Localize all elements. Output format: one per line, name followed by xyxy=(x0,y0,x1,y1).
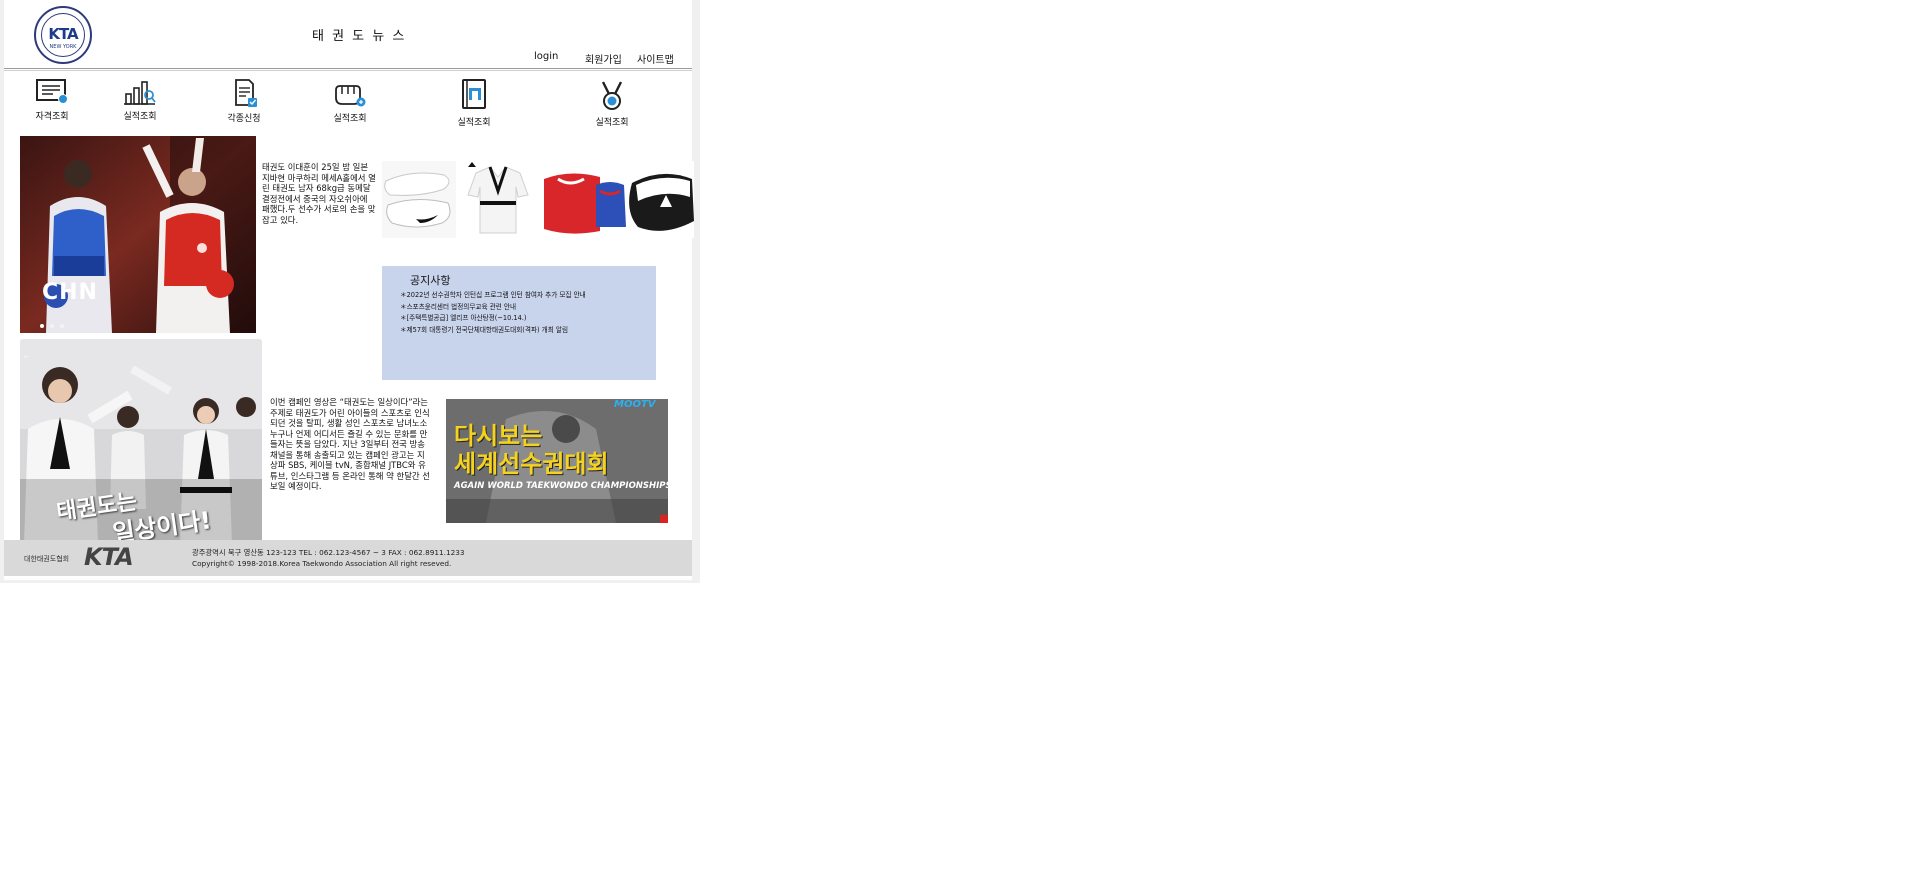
login-link[interactable]: login xyxy=(534,51,558,62)
campaign-text: 이번 캠페인 영상은 “태권도는 일상이다”라는 주제로 태권도가 어린 아이들… xyxy=(270,397,430,491)
document-check-icon xyxy=(235,79,257,107)
notice-item[interactable]: ＊2022년 선수권학자 인턴십 프로그램 인턴 참여자 추가 모집 안내 xyxy=(400,290,586,302)
quick-menu-application[interactable]: 각종신청 xyxy=(204,78,284,124)
site-title: 태 권 도 뉴 스 xyxy=(312,29,407,44)
dobok-image[interactable] xyxy=(462,161,534,238)
quick-menu-label: 실적조회 xyxy=(595,118,629,128)
footer-kta-logo: KTA xyxy=(84,543,134,571)
quick-menu-records[interactable]: 실적조회 xyxy=(100,78,180,122)
shoes-image[interactable] xyxy=(382,161,456,238)
notice-item[interactable]: ＊스포츠윤리센터 법정의무교육 관련 안내 xyxy=(400,302,586,314)
medal-icon xyxy=(601,81,623,110)
quick-menu-label: 자격조회 xyxy=(35,112,69,122)
quick-menu-label: 실적조회 xyxy=(333,114,367,124)
carousel-dot[interactable] xyxy=(40,324,44,328)
footer-copyright: Copyright© 1998-2018.Korea Taekwondo Ass… xyxy=(192,558,452,568)
header-divider xyxy=(4,68,692,69)
fist-icon xyxy=(335,85,366,107)
bar-chart-search-icon xyxy=(124,81,156,105)
notice-title: 공지사항 xyxy=(410,274,451,287)
certificate-icon xyxy=(36,79,68,104)
quick-menu-label: 각종신청 xyxy=(227,114,261,124)
carousel-dot[interactable] xyxy=(50,324,54,328)
quick-menu-records-4[interactable]: 실적조회 xyxy=(572,80,652,128)
news-photo[interactable]: CHN xyxy=(20,136,256,333)
banner-line-2: 세계선수권대회 xyxy=(454,450,609,478)
book-icon xyxy=(462,79,486,109)
notice-item[interactable]: ＊[주택특별공급] 엘리프 아산탕정(~10.14.) xyxy=(400,313,586,325)
footer-address: 광주광역시 북구 영산동 123-123 TEL : 062.123-4567 … xyxy=(192,548,465,557)
quick-menu-label: 실적조회 xyxy=(457,118,491,128)
banner-subtitle: AGAIN WORLD TAEKWONDO CHAMPIONSHIPS xyxy=(454,481,668,491)
campaign-image[interactable]: ⌐ 태권도는 일상이다! xyxy=(20,339,262,544)
header-divider-shadow xyxy=(4,70,692,71)
signup-link[interactable]: 회원가입 xyxy=(585,51,622,66)
footer: 대한태권도협회 KTA 광주광역시 북구 영산동 123-123 TEL : 0… xyxy=(4,540,692,576)
quick-menu-records-2[interactable]: 실적조회 xyxy=(310,82,390,124)
notice-item[interactable]: ＊제57회 대통령기 전국단체대항태권도대회(격파) 개최 알림 xyxy=(400,325,586,337)
campaign-watermark: ⌐ xyxy=(24,354,30,361)
page: KTA NEW YORK 태 권 도 뉴 스 login 회원가입 사이트맵 자… xyxy=(4,0,694,580)
news-text: 태권도 이대훈이 25일 밤 일본 지바현 마쿠하리 메세A홀에서 열린 태권도… xyxy=(262,162,376,225)
quick-menu-label: 실적조회 xyxy=(123,112,157,122)
notice-panel: 공지사항 ＊2022년 선수권학자 인턴십 프로그램 인턴 참여자 추가 모집 … xyxy=(382,266,656,380)
kta-logo[interactable]: KTA NEW YORK xyxy=(34,6,92,64)
logo-text: KTA xyxy=(48,25,78,43)
quick-menu-records-3[interactable]: 실적조회 xyxy=(434,78,514,128)
banner-line-1: 다시보는 xyxy=(454,422,543,450)
sitemap-link[interactable]: 사이트맵 xyxy=(637,51,674,66)
chn-label: CHN xyxy=(42,280,98,305)
quick-menu-certificate[interactable]: 자격조회 xyxy=(12,78,92,122)
notice-list: ＊2022년 선수권학자 인턴십 프로그램 인턴 참여자 추가 모집 안내 ＊스… xyxy=(400,290,586,336)
logo-subtext: NEW YORK xyxy=(49,44,77,50)
mootv-badge: MOOTV xyxy=(614,399,656,410)
video-banner[interactable]: MOOTV 다시보는 세계선수권대회 AGAIN WORLD TAEKWONDO… xyxy=(446,399,668,523)
protector-and-target-image[interactable] xyxy=(540,161,694,238)
carousel-dot[interactable] xyxy=(60,324,64,328)
footer-logo-text: 대한태권도협회 xyxy=(24,555,70,563)
footer-info: 광주광역시 북구 영산동 123-123 TEL : 062.123-4567 … xyxy=(192,548,465,569)
